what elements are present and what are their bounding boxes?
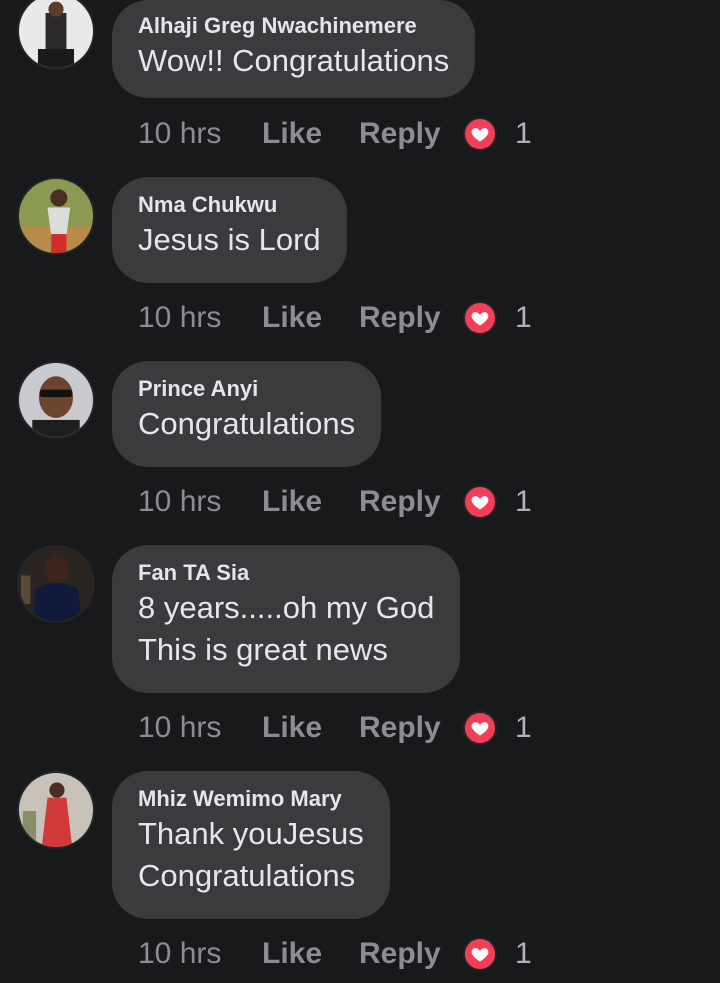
comment-author[interactable]: Nma Chukwu	[138, 191, 321, 219]
reaction-count: 1	[515, 485, 532, 518]
comment-actions: 10 hrs Like Reply 1	[138, 112, 532, 156]
heart-icon	[463, 301, 497, 335]
comment-actions: 10 hrs Like Reply 1	[138, 706, 532, 750]
heart-icon	[463, 117, 497, 151]
reply-button[interactable]: Reply	[359, 301, 463, 335]
reaction-summary[interactable]: 1	[463, 485, 532, 519]
comment-text: Thank youJesus Congratulations	[138, 816, 364, 893]
comment-timestamp[interactable]: 10 hrs	[138, 937, 262, 971]
comment-actions: 10 hrs Like Reply 1	[138, 480, 532, 524]
comment-author[interactable]: Mhiz Wemimo Mary	[138, 785, 364, 813]
heart-icon	[463, 711, 497, 745]
reply-button[interactable]: Reply	[359, 117, 463, 151]
like-button[interactable]: Like	[262, 937, 359, 971]
comment-author[interactable]: Prince Anyi	[138, 375, 355, 403]
heart-icon	[463, 485, 497, 519]
comment-actions: 10 hrs Like Reply 1	[138, 296, 532, 340]
comment-timestamp[interactable]: 10 hrs	[138, 301, 262, 335]
comment-author[interactable]: Alhaji Greg Nwachinemere	[138, 12, 449, 40]
comments-feed: Alhaji Greg Nwachinemere Wow!! Congratul…	[0, 0, 720, 983]
like-button[interactable]: Like	[262, 301, 359, 335]
reaction-summary[interactable]: 1	[463, 117, 532, 151]
avatar[interactable]	[17, 771, 95, 849]
comment-timestamp[interactable]: 10 hrs	[138, 485, 262, 519]
like-button[interactable]: Like	[262, 711, 359, 745]
comment-bubble: Prince Anyi Congratulations	[112, 361, 382, 467]
comment-text: 8 years.....oh my God This is great news	[138, 590, 435, 667]
comment-author[interactable]: Fan TA Sia	[138, 559, 434, 587]
reaction-summary[interactable]: 1	[463, 711, 532, 745]
comment-bubble: Fan TA Sia 8 years.....oh my God This is…	[112, 545, 461, 693]
avatar[interactable]	[17, 361, 95, 439]
comment-bubble: Alhaji Greg Nwachinemere Wow!! Congratul…	[112, 0, 476, 98]
reaction-count: 1	[515, 301, 532, 334]
like-button[interactable]: Like	[262, 117, 359, 151]
comment-bubble: Nma Chukwu Jesus is Lord	[112, 177, 347, 283]
reply-button[interactable]: Reply	[359, 711, 463, 745]
reaction-summary[interactable]: 1	[463, 937, 532, 971]
reply-button[interactable]: Reply	[359, 937, 463, 971]
reaction-count: 1	[515, 937, 532, 970]
comment-text: Congratulations	[138, 406, 356, 441]
reaction-count: 1	[515, 117, 532, 150]
comment-timestamp[interactable]: 10 hrs	[138, 711, 262, 745]
comment-text: Wow!! Congratulations	[138, 43, 450, 78]
comment-timestamp[interactable]: 10 hrs	[138, 117, 262, 151]
reaction-summary[interactable]: 1	[463, 301, 532, 335]
comment-bubble: Mhiz Wemimo Mary Thank youJesus Congratu…	[112, 771, 390, 919]
avatar[interactable]	[17, 0, 95, 70]
comment-text: Jesus is Lord	[138, 222, 321, 257]
comment-actions: 10 hrs Like Reply 1	[138, 932, 532, 976]
avatar[interactable]	[17, 545, 95, 623]
like-button[interactable]: Like	[262, 485, 359, 519]
reply-button[interactable]: Reply	[359, 485, 463, 519]
reaction-count: 1	[515, 711, 532, 744]
avatar[interactable]	[17, 177, 95, 255]
heart-icon	[463, 937, 497, 971]
